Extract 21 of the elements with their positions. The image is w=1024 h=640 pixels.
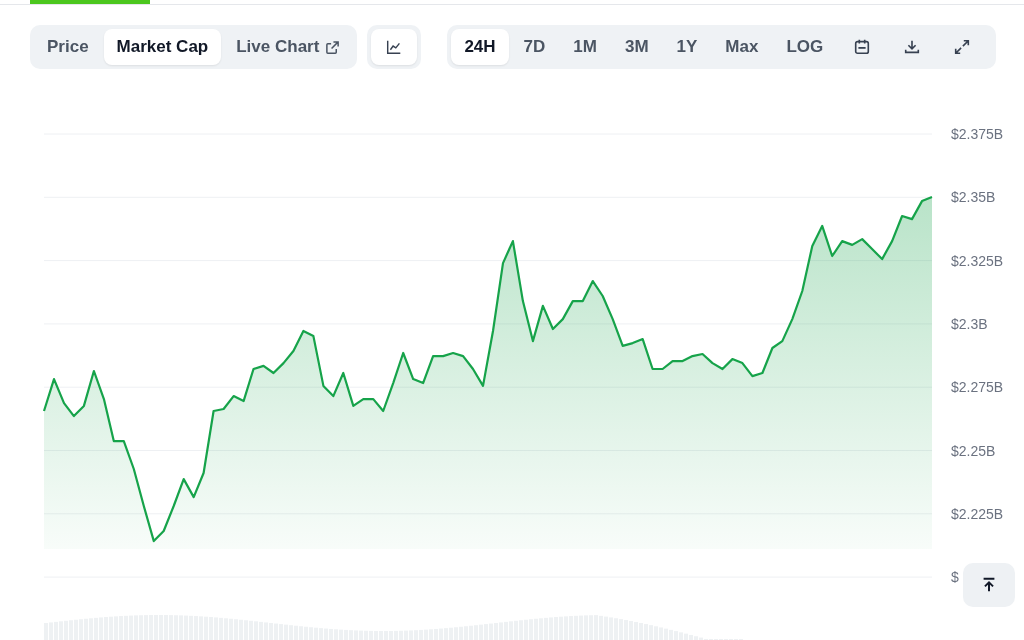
- axis-label: $2.225B: [951, 505, 1004, 522]
- range-tab[interactable]: 24H: [451, 29, 509, 65]
- view-tab[interactable]: Price: [34, 29, 102, 65]
- axis-label: $2.35B: [951, 189, 996, 206]
- external-link-icon: [325, 39, 341, 55]
- scroll-to-top-button[interactable]: [963, 563, 1015, 607]
- view-tab[interactable]: Market Cap: [103, 29, 222, 65]
- line-chart-button[interactable]: [371, 29, 418, 65]
- range-tab[interactable]: 1M: [560, 29, 610, 65]
- range-tab[interactable]: Max: [712, 29, 772, 65]
- range-tab[interactable]: 7D: [510, 29, 559, 65]
- range-tab[interactable]: 3M: [611, 29, 662, 65]
- axis-label: $: [951, 569, 959, 586]
- range-tab[interactable]: 1Y: [663, 29, 711, 65]
- live-chart-link[interactable]: Live Chart: [223, 29, 354, 65]
- axis-label: $2.3B: [951, 315, 988, 332]
- axis-label: $2.275B: [951, 379, 1004, 396]
- axis-label: $2.25B: [951, 442, 996, 459]
- axis-label: $2.375B: [951, 126, 1004, 142]
- range-tab[interactable]: LOG: [773, 29, 837, 65]
- axis-label: $2.325B: [951, 252, 1004, 269]
